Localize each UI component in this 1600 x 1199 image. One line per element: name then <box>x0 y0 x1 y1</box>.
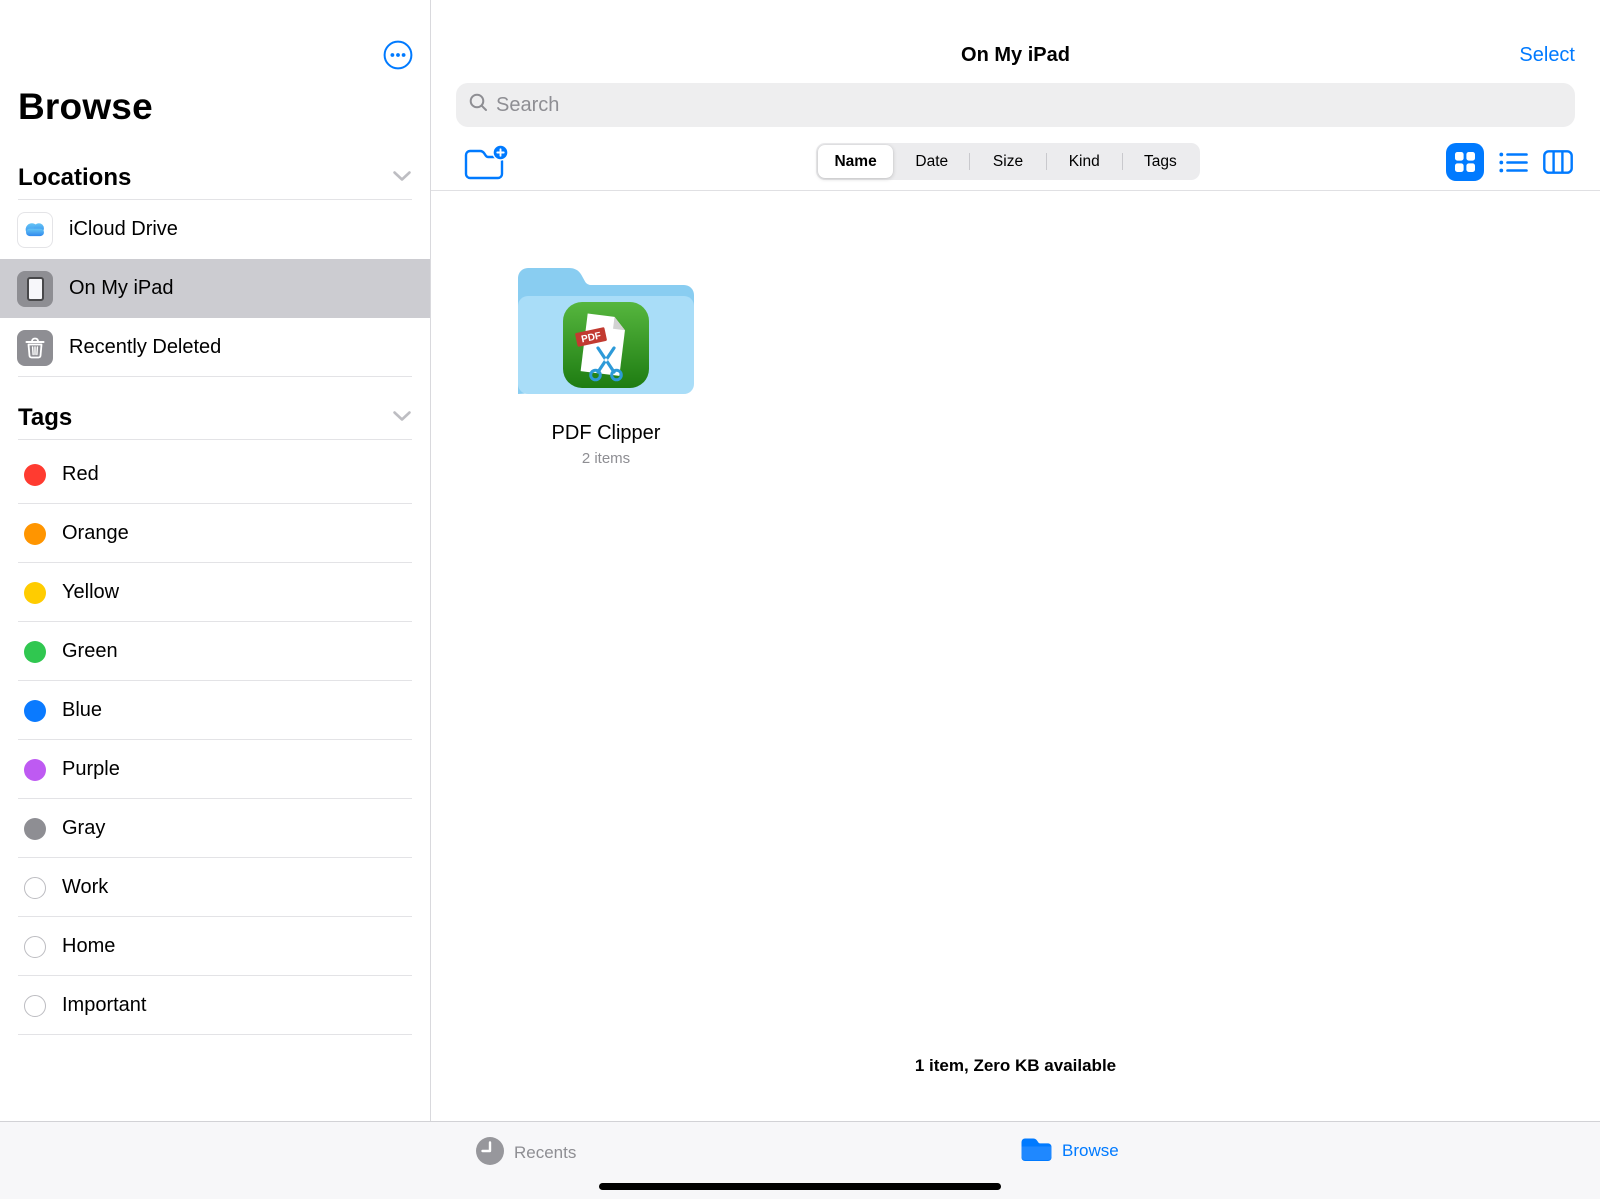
tags-section-label: Tags <box>18 404 72 432</box>
icloud-drive-icon <box>17 212 53 248</box>
tag-label: Important <box>62 994 146 1017</box>
tag-label: Green <box>62 640 118 663</box>
locations-section-label: Locations <box>18 164 131 192</box>
sidebar-item-label: Recently Deleted <box>69 336 221 359</box>
tab-label: Browse <box>1062 1141 1119 1161</box>
search-icon <box>469 93 488 117</box>
page-title: On My iPad <box>431 44 1600 67</box>
tag-color-dot <box>24 641 46 663</box>
locations-section-header[interactable]: Locations <box>18 156 412 200</box>
tag-color-dot <box>24 818 46 840</box>
tag-label: Work <box>62 876 108 899</box>
ellipsis-circle-icon <box>385 42 412 69</box>
tag-label: Red <box>62 463 99 486</box>
sidebar-title: Browse <box>18 86 153 128</box>
sidebar: Browse Locations <box>0 0 431 1121</box>
tab-browse[interactable]: Browse <box>1020 1136 1119 1165</box>
sort-segmented-control: Name Date Size Kind Tags <box>816 143 1200 180</box>
sidebar-tag-home[interactable]: Home <box>0 917 430 976</box>
folder-item-count: 2 items <box>508 450 704 467</box>
select-button[interactable]: Select <box>1519 44 1575 67</box>
folder-icon: PDF <box>508 256 704 406</box>
columns-icon <box>1543 150 1573 174</box>
sidebar-tag-red[interactable]: Red <box>0 445 430 504</box>
main-pane: On My iPad Select Name Date <box>431 0 1600 1121</box>
sidebar-tag-purple[interactable]: Purple <box>0 740 430 799</box>
tag-color-dot <box>24 464 46 486</box>
sidebar-item-icloud-drive[interactable]: iCloud Drive <box>0 200 430 259</box>
sidebar-tag-yellow[interactable]: Yellow <box>0 563 430 622</box>
storage-status-text: 1 item, Zero KB available <box>431 1056 1600 1076</box>
tag-color-dot <box>24 523 46 545</box>
sidebar-tag-work[interactable]: Work <box>0 858 430 917</box>
home-indicator[interactable] <box>599 1183 1001 1190</box>
tag-color-dot <box>24 877 46 899</box>
tab-recents[interactable]: Recents <box>475 1136 576 1169</box>
toolbar-divider <box>431 190 1600 191</box>
sort-tab-tags[interactable]: Tags <box>1123 145 1198 178</box>
browse-folder-icon <box>1020 1136 1053 1165</box>
tag-color-dot <box>24 582 46 604</box>
sidebar-tag-gray[interactable]: Gray <box>0 799 430 858</box>
sort-tab-size[interactable]: Size <box>970 145 1045 178</box>
sidebar-tag-orange[interactable]: Orange <box>0 504 430 563</box>
list-view-button[interactable] <box>1494 143 1532 181</box>
sidebar-item-recently-deleted[interactable]: Recently Deleted <box>0 318 430 377</box>
chevron-down-icon <box>392 169 412 187</box>
grid-view-button[interactable] <box>1446 143 1484 181</box>
new-folder-button[interactable] <box>461 144 511 182</box>
search-input[interactable] <box>496 94 1562 117</box>
search-bar[interactable] <box>456 83 1575 127</box>
sidebar-item-on-my-ipad[interactable]: On My iPad <box>0 259 430 318</box>
tag-label: Purple <box>62 758 120 781</box>
sort-tab-kind[interactable]: Kind <box>1047 145 1122 178</box>
columns-view-button[interactable] <box>1539 143 1577 181</box>
ipad-icon <box>17 271 53 307</box>
tag-label: Yellow <box>62 581 119 604</box>
files-app-screen: 7:48 PM Thu Jun 25 100% <box>0 0 1600 1199</box>
tag-color-dot <box>24 700 46 722</box>
recents-clock-icon <box>475 1136 505 1169</box>
pdf-app-icon: PDF <box>563 302 649 388</box>
tag-color-dot <box>24 759 46 781</box>
sidebar-tag-blue[interactable]: Blue <box>0 681 430 740</box>
tags-section-header[interactable]: Tags <box>18 396 412 440</box>
sidebar-tag-important[interactable]: Important <box>0 976 430 1035</box>
sort-tab-name[interactable]: Name <box>818 145 893 178</box>
sidebar-tag-green[interactable]: Green <box>0 622 430 681</box>
tag-label: Orange <box>62 522 129 545</box>
trash-icon <box>17 330 53 366</box>
folder-name: PDF Clipper <box>508 422 704 445</box>
tag-color-dot <box>24 936 46 958</box>
tag-label: Home <box>62 935 115 958</box>
tag-label: Gray <box>62 817 105 840</box>
folder-item-pdf-clipper[interactable]: PDF PDF Clipper 2 items <box>508 256 704 467</box>
sidebar-item-label: On My iPad <box>69 277 173 300</box>
chevron-down-icon <box>392 409 412 427</box>
grid-icon <box>1454 151 1476 173</box>
sort-tab-date[interactable]: Date <box>894 145 969 178</box>
tag-label: Blue <box>62 699 102 722</box>
tab-label: Recents <box>514 1143 576 1163</box>
sidebar-item-label: iCloud Drive <box>69 218 178 241</box>
more-options-button[interactable] <box>383 40 413 70</box>
tag-color-dot <box>24 995 46 1017</box>
list-icon <box>1499 151 1528 174</box>
